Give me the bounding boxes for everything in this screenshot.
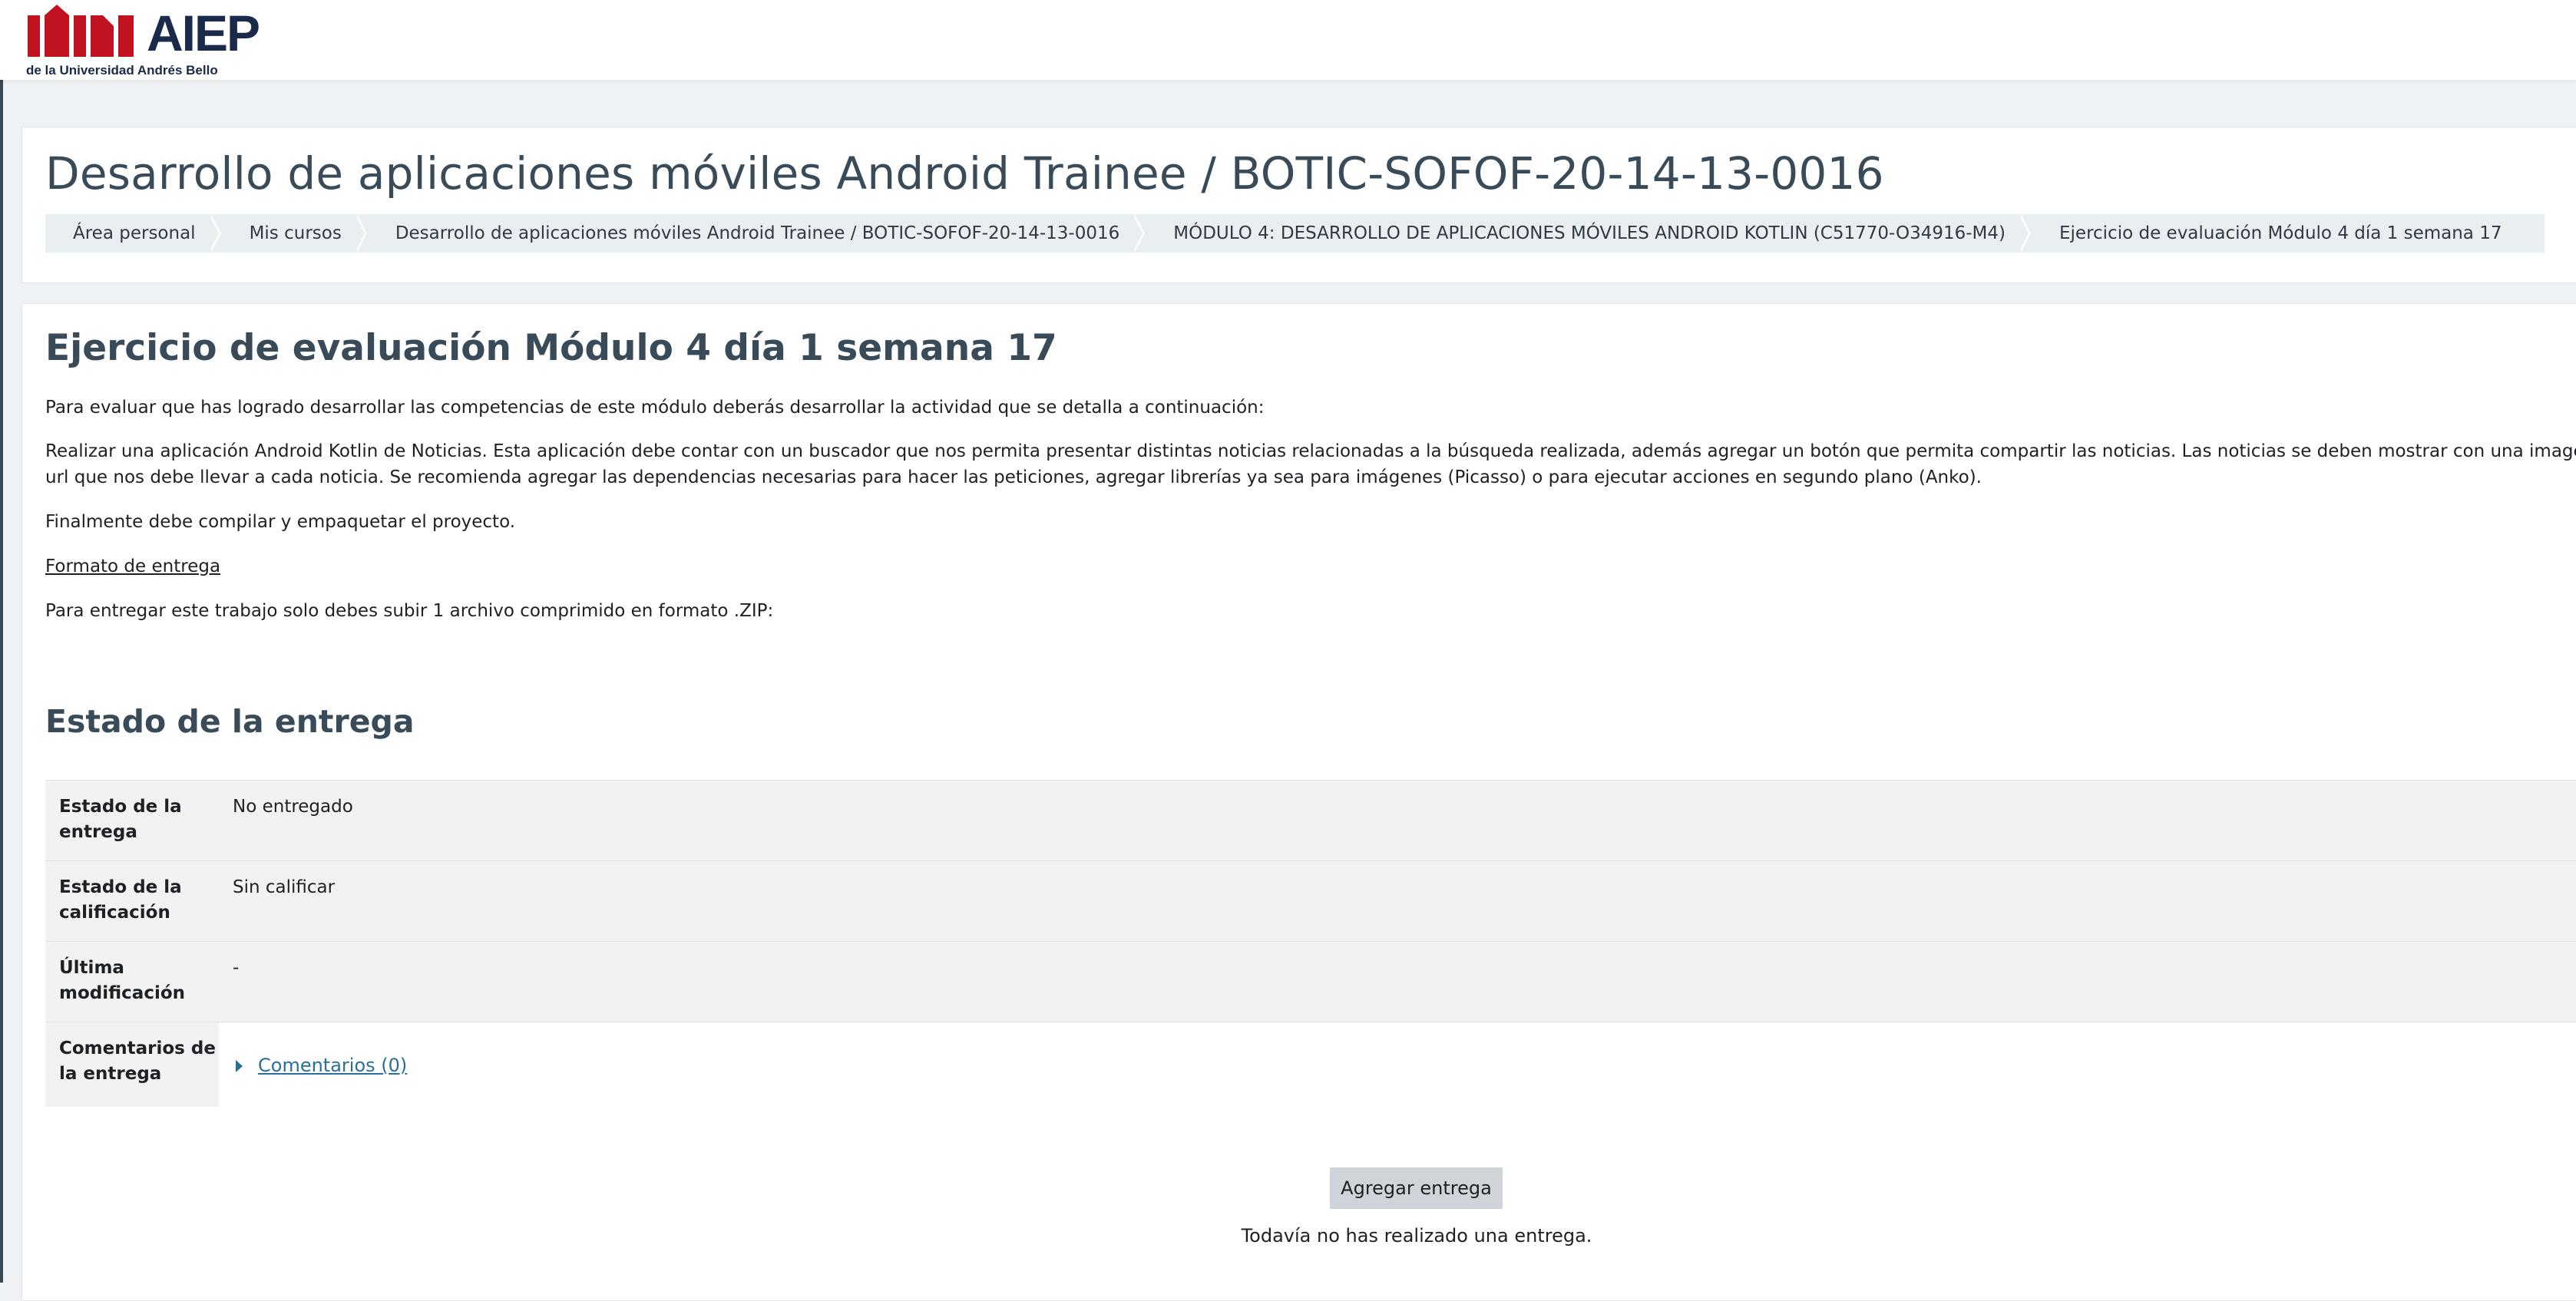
page-header: Desarrollo de aplicaciones móviles Andro…	[21, 127, 2576, 283]
format-text: Para entregar este trabajo solo debes su…	[45, 601, 774, 621]
table-row: Comentarios de la entrega Comentarios (0…	[45, 1022, 2576, 1107]
aiep-logo[interactable]: AIEP de la Universidad Andrés Bello	[26, 2, 260, 78]
comments-cell: Comentarios (0)	[219, 1022, 2576, 1107]
submission-status-title: Estado de la entrega	[45, 703, 415, 740]
activity-final-note: Finalmente debe compilar y empaquetar el…	[45, 512, 516, 532]
breadcrumb: Área personal Mis cursos Desarrollo de a…	[45, 214, 2545, 253]
breadcrumb-item-activity[interactable]: Ejercicio de evaluación Módulo 4 día 1 s…	[2032, 214, 2517, 253]
activity-description-line-1: Realizar una aplicación Android Kotlin d…	[45, 441, 2576, 461]
window-edge	[0, 0, 3, 1283]
activity-content: Ejercicio de evaluación Módulo 4 día 1 s…	[21, 303, 2576, 1301]
submission-status-table: Estado de la entrega No entregado Estado…	[45, 780, 2576, 1107]
comments-toggle[interactable]: Comentarios (0)	[233, 1053, 407, 1078]
caret-right-icon	[236, 1059, 243, 1072]
breadcrumb-separator	[1133, 214, 1146, 253]
row-label: Estado de la entrega	[59, 797, 182, 842]
row-label: Estado de la calificación	[59, 877, 182, 923]
top-navbar: AIEP de la Universidad Andrés Bello	[0, 0, 2576, 80]
row-label: Comentarios de la entrega	[45, 1022, 219, 1107]
breadcrumb-separator	[2019, 214, 2032, 253]
table-row: Estado de la entrega No entregado	[45, 781, 2576, 861]
format-heading: Formato de entrega	[45, 556, 221, 576]
activity-title: Ejercicio de evaluación Módulo 4 día 1 s…	[45, 327, 1057, 369]
breadcrumb-item-course[interactable]: Desarrollo de aplicaciones móviles Andro…	[368, 214, 1135, 253]
logo-buildings-icon	[28, 5, 134, 57]
breadcrumb-item-dashboard[interactable]: Área personal	[45, 214, 211, 253]
logo-text: AIEP	[147, 5, 260, 61]
no-submission-text: Todavía no has realizado una entrega.	[1241, 1225, 1592, 1247]
submission-state-value: No entregado	[233, 797, 353, 817]
activity-description-line-2: url que nos debe llevar a cada noticia. …	[45, 467, 1982, 487]
row-label: Última modificación	[59, 958, 186, 1003]
comments-link[interactable]: Comentarios (0)	[258, 1053, 407, 1078]
breadcrumb-item-module[interactable]: MÓDULO 4: DESARROLLO DE APLICACIONES MÓV…	[1146, 214, 2021, 253]
activity-intro: Para evaluar que has logrado desarrollar…	[45, 398, 1265, 418]
table-row: Última modificación -	[45, 942, 2576, 1022]
page-title: Desarrollo de aplicaciones móviles Andro…	[45, 147, 1884, 200]
table-row: Estado de la calificación Sin calificar	[45, 861, 2576, 942]
last-modified-value: -	[233, 958, 240, 978]
logo-subtitle: de la Universidad Andrés Bello	[26, 63, 218, 78]
breadcrumb-item-my-courses[interactable]: Mis cursos	[222, 214, 357, 253]
breadcrumb-separator	[354, 214, 368, 253]
breadcrumb-separator	[208, 214, 222, 253]
grading-state-value: Sin calificar	[233, 877, 336, 897]
add-submission-button[interactable]: Agregar entrega	[1330, 1167, 1503, 1209]
